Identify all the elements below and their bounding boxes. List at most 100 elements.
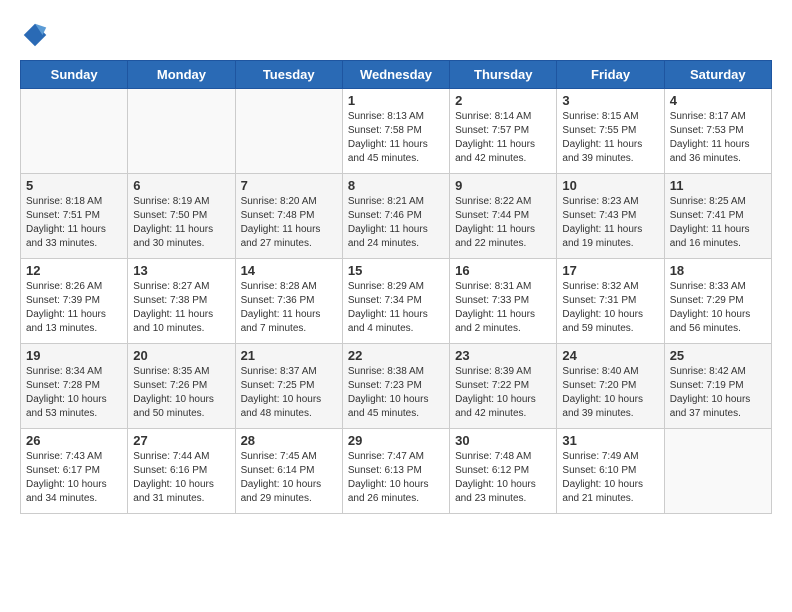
calendar-cell: 2 Sunrise: 8:14 AM Sunset: 7:57 PM Daylig… [450, 89, 557, 174]
calendar-cell: 1 Sunrise: 8:13 AM Sunset: 7:58 PM Daylig… [342, 89, 449, 174]
day-info: Sunrise: 8:40 AM Sunset: 7:20 PM Dayligh… [562, 365, 658, 421]
calendar-cell: 22 Sunrise: 8:38 AM Sunset: 7:23 PM Dayli… [342, 344, 449, 429]
weekday-header-tuesday: Tuesday [235, 61, 342, 89]
calendar-cell [128, 89, 235, 174]
day-info: Sunrise: 8:20 AM Sunset: 7:48 PM Dayligh… [241, 195, 337, 251]
day-info: Sunrise: 8:35 AM Sunset: 7:26 PM Dayligh… [133, 365, 229, 421]
day-number: 24 [562, 348, 658, 363]
logo [20, 20, 54, 50]
calendar-cell: 26 Sunrise: 7:43 AM Sunset: 6:17 PM Dayli… [21, 429, 128, 514]
day-info: Sunrise: 8:25 AM Sunset: 7:41 PM Dayligh… [670, 195, 766, 251]
header [20, 20, 772, 50]
calendar-cell: 14 Sunrise: 8:28 AM Sunset: 7:36 PM Dayli… [235, 259, 342, 344]
calendar-cell: 28 Sunrise: 7:45 AM Sunset: 6:14 PM Dayli… [235, 429, 342, 514]
day-info: Sunrise: 7:49 AM Sunset: 6:10 PM Dayligh… [562, 450, 658, 506]
calendar-cell: 18 Sunrise: 8:33 AM Sunset: 7:29 PM Dayli… [664, 259, 771, 344]
day-number: 14 [241, 263, 337, 278]
day-info: Sunrise: 7:43 AM Sunset: 6:17 PM Dayligh… [26, 450, 122, 506]
calendar-cell: 5Sunrise: 8:18 AM Sunset: 7:51 PM Daylig… [21, 174, 128, 259]
calendar-cell: 30 Sunrise: 7:48 AM Sunset: 6:12 PM Dayli… [450, 429, 557, 514]
day-info: Sunrise: 8:27 AM Sunset: 7:38 PM Dayligh… [133, 280, 229, 336]
day-info: Sunrise: 7:45 AM Sunset: 6:14 PM Dayligh… [241, 450, 337, 506]
day-number: 19 [26, 348, 122, 363]
calendar-cell: 23 Sunrise: 8:39 AM Sunset: 7:22 PM Dayli… [450, 344, 557, 429]
calendar-week-5: 26 Sunrise: 7:43 AM Sunset: 6:17 PM Dayli… [21, 429, 772, 514]
calendar-cell: 21 Sunrise: 8:37 AM Sunset: 7:25 PM Dayli… [235, 344, 342, 429]
day-number: 4 [670, 93, 766, 108]
calendar-cell [235, 89, 342, 174]
calendar-cell: 11 Sunrise: 8:25 AM Sunset: 7:41 PM Dayli… [664, 174, 771, 259]
calendar-cell: 13Sunrise: 8:27 AM Sunset: 7:38 PM Dayli… [128, 259, 235, 344]
day-number: 15 [348, 263, 444, 278]
calendar-week-3: 12Sunrise: 8:26 AM Sunset: 7:39 PM Dayli… [21, 259, 772, 344]
weekday-header-monday: Monday [128, 61, 235, 89]
calendar-cell [664, 429, 771, 514]
calendar-cell: 6Sunrise: 8:19 AM Sunset: 7:50 PM Daylig… [128, 174, 235, 259]
calendar-cell: 16 Sunrise: 8:31 AM Sunset: 7:33 PM Dayli… [450, 259, 557, 344]
weekday-header-row: SundayMondayTuesdayWednesdayThursdayFrid… [21, 61, 772, 89]
day-number: 1 [348, 93, 444, 108]
day-info: Sunrise: 8:13 AM Sunset: 7:58 PM Dayligh… [348, 110, 444, 166]
day-number: 23 [455, 348, 551, 363]
calendar-cell: 31Sunrise: 7:49 AM Sunset: 6:10 PM Dayli… [557, 429, 664, 514]
calendar-cell: 8Sunrise: 8:21 AM Sunset: 7:46 PM Daylig… [342, 174, 449, 259]
day-info: Sunrise: 7:44 AM Sunset: 6:16 PM Dayligh… [133, 450, 229, 506]
day-number: 20 [133, 348, 229, 363]
day-number: 25 [670, 348, 766, 363]
logo-icon [20, 20, 50, 50]
calendar-week-2: 5Sunrise: 8:18 AM Sunset: 7:51 PM Daylig… [21, 174, 772, 259]
day-number: 16 [455, 263, 551, 278]
day-info: Sunrise: 8:29 AM Sunset: 7:34 PM Dayligh… [348, 280, 444, 336]
day-number: 22 [348, 348, 444, 363]
day-info: Sunrise: 7:48 AM Sunset: 6:12 PM Dayligh… [455, 450, 551, 506]
calendar: SundayMondayTuesdayWednesdayThursdayFrid… [20, 60, 772, 514]
day-info: Sunrise: 8:15 AM Sunset: 7:55 PM Dayligh… [562, 110, 658, 166]
day-number: 26 [26, 433, 122, 448]
calendar-cell: 7Sunrise: 8:20 AM Sunset: 7:48 PM Daylig… [235, 174, 342, 259]
calendar-week-4: 19Sunrise: 8:34 AM Sunset: 7:28 PM Dayli… [21, 344, 772, 429]
calendar-cell: 9 Sunrise: 8:22 AM Sunset: 7:44 PM Daylig… [450, 174, 557, 259]
calendar-cell: 29 Sunrise: 7:47 AM Sunset: 6:13 PM Dayli… [342, 429, 449, 514]
calendar-cell: 19Sunrise: 8:34 AM Sunset: 7:28 PM Dayli… [21, 344, 128, 429]
calendar-cell: 4 Sunrise: 8:17 AM Sunset: 7:53 PM Daylig… [664, 89, 771, 174]
day-info: Sunrise: 8:22 AM Sunset: 7:44 PM Dayligh… [455, 195, 551, 251]
day-number: 2 [455, 93, 551, 108]
day-number: 18 [670, 263, 766, 278]
day-number: 10 [562, 178, 658, 193]
day-number: 29 [348, 433, 444, 448]
weekday-header-saturday: Saturday [664, 61, 771, 89]
day-number: 9 [455, 178, 551, 193]
day-number: 3 [562, 93, 658, 108]
calendar-cell [21, 89, 128, 174]
calendar-cell: 15 Sunrise: 8:29 AM Sunset: 7:34 PM Dayli… [342, 259, 449, 344]
day-number: 11 [670, 178, 766, 193]
day-info: Sunrise: 8:42 AM Sunset: 7:19 PM Dayligh… [670, 365, 766, 421]
weekday-header-sunday: Sunday [21, 61, 128, 89]
day-info: Sunrise: 8:28 AM Sunset: 7:36 PM Dayligh… [241, 280, 337, 336]
day-info: Sunrise: 8:37 AM Sunset: 7:25 PM Dayligh… [241, 365, 337, 421]
day-info: Sunrise: 8:32 AM Sunset: 7:31 PM Dayligh… [562, 280, 658, 336]
day-info: Sunrise: 8:38 AM Sunset: 7:23 PM Dayligh… [348, 365, 444, 421]
calendar-cell: 12Sunrise: 8:26 AM Sunset: 7:39 PM Dayli… [21, 259, 128, 344]
calendar-cell: 17Sunrise: 8:32 AM Sunset: 7:31 PM Dayli… [557, 259, 664, 344]
day-number: 6 [133, 178, 229, 193]
weekday-header-friday: Friday [557, 61, 664, 89]
day-number: 27 [133, 433, 229, 448]
day-number: 28 [241, 433, 337, 448]
weekday-header-wednesday: Wednesday [342, 61, 449, 89]
calendar-cell: 20 Sunrise: 8:35 AM Sunset: 7:26 PM Dayli… [128, 344, 235, 429]
weekday-header-thursday: Thursday [450, 61, 557, 89]
day-number: 5 [26, 178, 122, 193]
day-info: Sunrise: 8:33 AM Sunset: 7:29 PM Dayligh… [670, 280, 766, 336]
calendar-week-1: 1 Sunrise: 8:13 AM Sunset: 7:58 PM Daylig… [21, 89, 772, 174]
day-info: Sunrise: 8:23 AM Sunset: 7:43 PM Dayligh… [562, 195, 658, 251]
day-info: Sunrise: 8:14 AM Sunset: 7:57 PM Dayligh… [455, 110, 551, 166]
day-info: Sunrise: 8:21 AM Sunset: 7:46 PM Dayligh… [348, 195, 444, 251]
day-info: Sunrise: 8:31 AM Sunset: 7:33 PM Dayligh… [455, 280, 551, 336]
day-number: 21 [241, 348, 337, 363]
day-number: 30 [455, 433, 551, 448]
day-info: Sunrise: 8:39 AM Sunset: 7:22 PM Dayligh… [455, 365, 551, 421]
day-info: Sunrise: 8:17 AM Sunset: 7:53 PM Dayligh… [670, 110, 766, 166]
day-info: Sunrise: 7:47 AM Sunset: 6:13 PM Dayligh… [348, 450, 444, 506]
day-number: 12 [26, 263, 122, 278]
